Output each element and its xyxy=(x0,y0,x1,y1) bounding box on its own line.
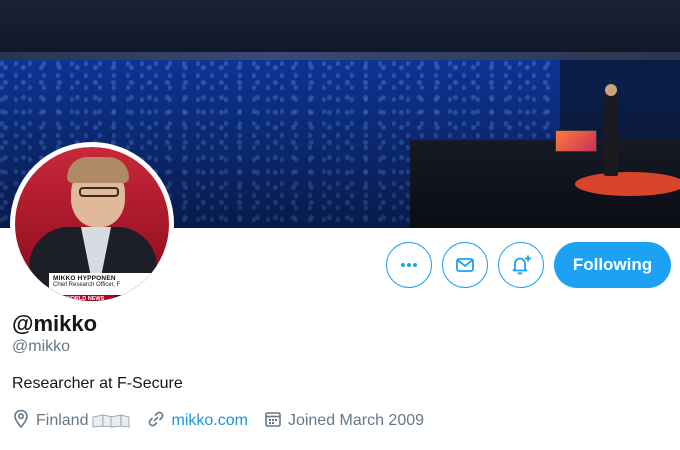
notifications-button[interactable] xyxy=(498,242,544,288)
banner-balcony xyxy=(0,0,680,60)
message-button[interactable] xyxy=(442,242,488,288)
joined-text: Joined March 2009 xyxy=(287,412,425,429)
profile-meta: Finland mikko.com Joined March 2009 xyxy=(12,409,440,434)
envelope-icon xyxy=(454,254,476,276)
avatar-glasses xyxy=(79,187,119,197)
location-item: Finland xyxy=(12,409,131,434)
banner-balcony-rail xyxy=(0,52,680,60)
avatar-caption-brand: BBC WORLD NEWS xyxy=(49,295,115,301)
location-pin-icon xyxy=(12,409,36,434)
location-text: Finland xyxy=(36,412,89,429)
banner-speaker-body xyxy=(604,92,618,176)
website-item[interactable]: mikko.com xyxy=(147,410,248,433)
banner-stage-screen xyxy=(555,130,597,152)
profile-handle: @mikko xyxy=(12,338,71,355)
following-button[interactable]: Following xyxy=(554,242,671,288)
calendar-icon xyxy=(264,410,288,433)
website-link[interactable]: mikko.com xyxy=(171,412,247,430)
profile-display-name: @mikko xyxy=(12,311,98,336)
more-horizontal-icon xyxy=(398,254,420,276)
avatar-hair xyxy=(67,157,129,183)
profile-bio: Researcher at F-Secure xyxy=(12,375,183,392)
bell-plus-icon xyxy=(509,253,533,277)
joined-item: Joined March 2009 xyxy=(264,410,424,433)
profile-actions: Following xyxy=(0,242,680,290)
more-button[interactable] xyxy=(386,242,432,288)
banner-stage-spotlight xyxy=(575,172,680,196)
link-icon xyxy=(147,410,171,433)
banner-speaker-head xyxy=(605,84,617,96)
book-emoji-icon xyxy=(91,414,131,428)
